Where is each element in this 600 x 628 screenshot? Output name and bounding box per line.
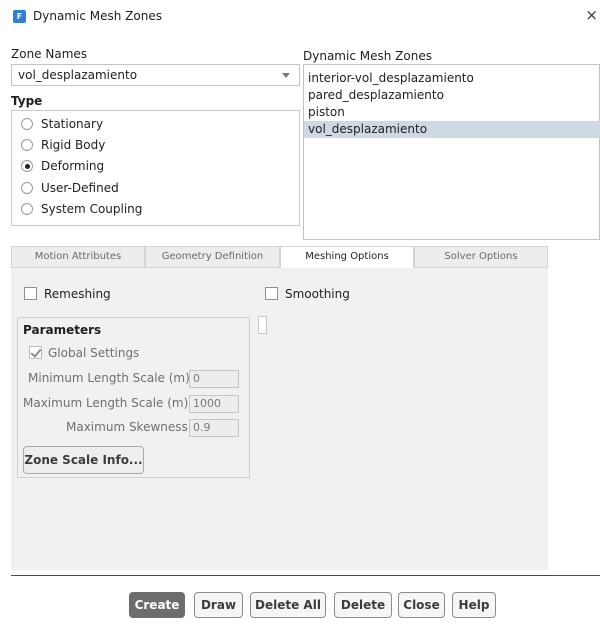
create-button[interactable]: Create [129,592,185,618]
parameters-group: Parameters Global Settings Minimum Lengt… [17,317,250,478]
dynamic-mesh-zones-list[interactable]: interior-vol_desplazamiento pared_despla… [303,64,600,240]
global-settings-checkbox[interactable] [29,346,42,359]
type-group-label: Type [11,94,43,108]
smoothing-label: Smoothing [285,287,350,301]
smoothing-panel-handle [258,316,267,334]
min-length-scale-input[interactable]: 0 [189,370,239,388]
radio-label: Rigid Body [41,138,106,152]
max-length-scale-input[interactable]: 1000 [189,395,239,413]
radio-label: Stationary [41,117,104,131]
smoothing-checkbox[interactable] [265,287,278,300]
type-group-box: Stationary Rigid Body Deforming User-Def… [11,110,300,226]
footer-separator [11,575,600,576]
remeshing-checkbox[interactable] [24,287,37,300]
help-button[interactable]: Help [452,592,496,618]
dynamic-mesh-zones-label: Dynamic Mesh Zones [303,49,432,63]
radio-button[interactable] [21,118,33,130]
tab-geometry-definition[interactable]: Geometry Definition [145,246,280,268]
tab-motion-attributes[interactable]: Motion Attributes [11,246,145,268]
zone-names-selected-value: vol_desplazamiento [18,68,138,82]
list-item-selected[interactable]: vol_desplazamiento [304,121,600,138]
global-settings-label: Global Settings [48,346,140,360]
close-icon[interactable]: × [585,6,598,24]
chevron-down-icon[interactable] [282,73,290,78]
window-title: Dynamic Mesh Zones [33,9,162,23]
radio-label: System Coupling [41,202,143,216]
list-item[interactable]: interior-vol_desplazamiento [304,70,600,87]
list-item[interactable]: pared_desplazamiento [304,87,600,104]
min-length-scale-label: Minimum Length Scale (m) [28,371,190,385]
radio-button[interactable] [21,139,33,151]
zone-names-label: Zone Names [11,47,88,61]
parameters-title: Parameters [23,323,102,337]
fluent-app-icon: F [13,10,26,23]
remeshing-label: Remeshing [44,287,111,301]
radio-button[interactable] [21,182,33,194]
zone-names-dropdown[interactable]: vol_desplazamiento [11,64,300,86]
tab-meshing-options[interactable]: Meshing Options [280,246,414,270]
radio-button-selected[interactable] [21,160,33,172]
zone-scale-info-button[interactable]: Zone Scale Info... [23,446,144,474]
max-skewness-label: Maximum Skewness [66,420,188,434]
max-skewness-input[interactable]: 0.9 [189,419,239,437]
title-bar: F Dynamic Mesh Zones × [0,0,600,34]
tab-solver-options[interactable]: Solver Options [414,246,548,268]
radio-button[interactable] [21,203,33,215]
max-length-scale-label: Maximum Length Scale (m) [23,396,189,410]
delete-all-button[interactable]: Delete All [250,592,326,618]
radio-label: User-Defined [41,181,119,195]
tab-bar: Motion Attributes Geometry Definition Me… [11,246,548,270]
close-button[interactable]: Close [398,592,445,618]
list-item[interactable]: piston [304,104,600,121]
draw-button[interactable]: Draw [194,592,243,618]
delete-button[interactable]: Delete [334,592,392,618]
radio-label: Deforming [41,159,105,173]
